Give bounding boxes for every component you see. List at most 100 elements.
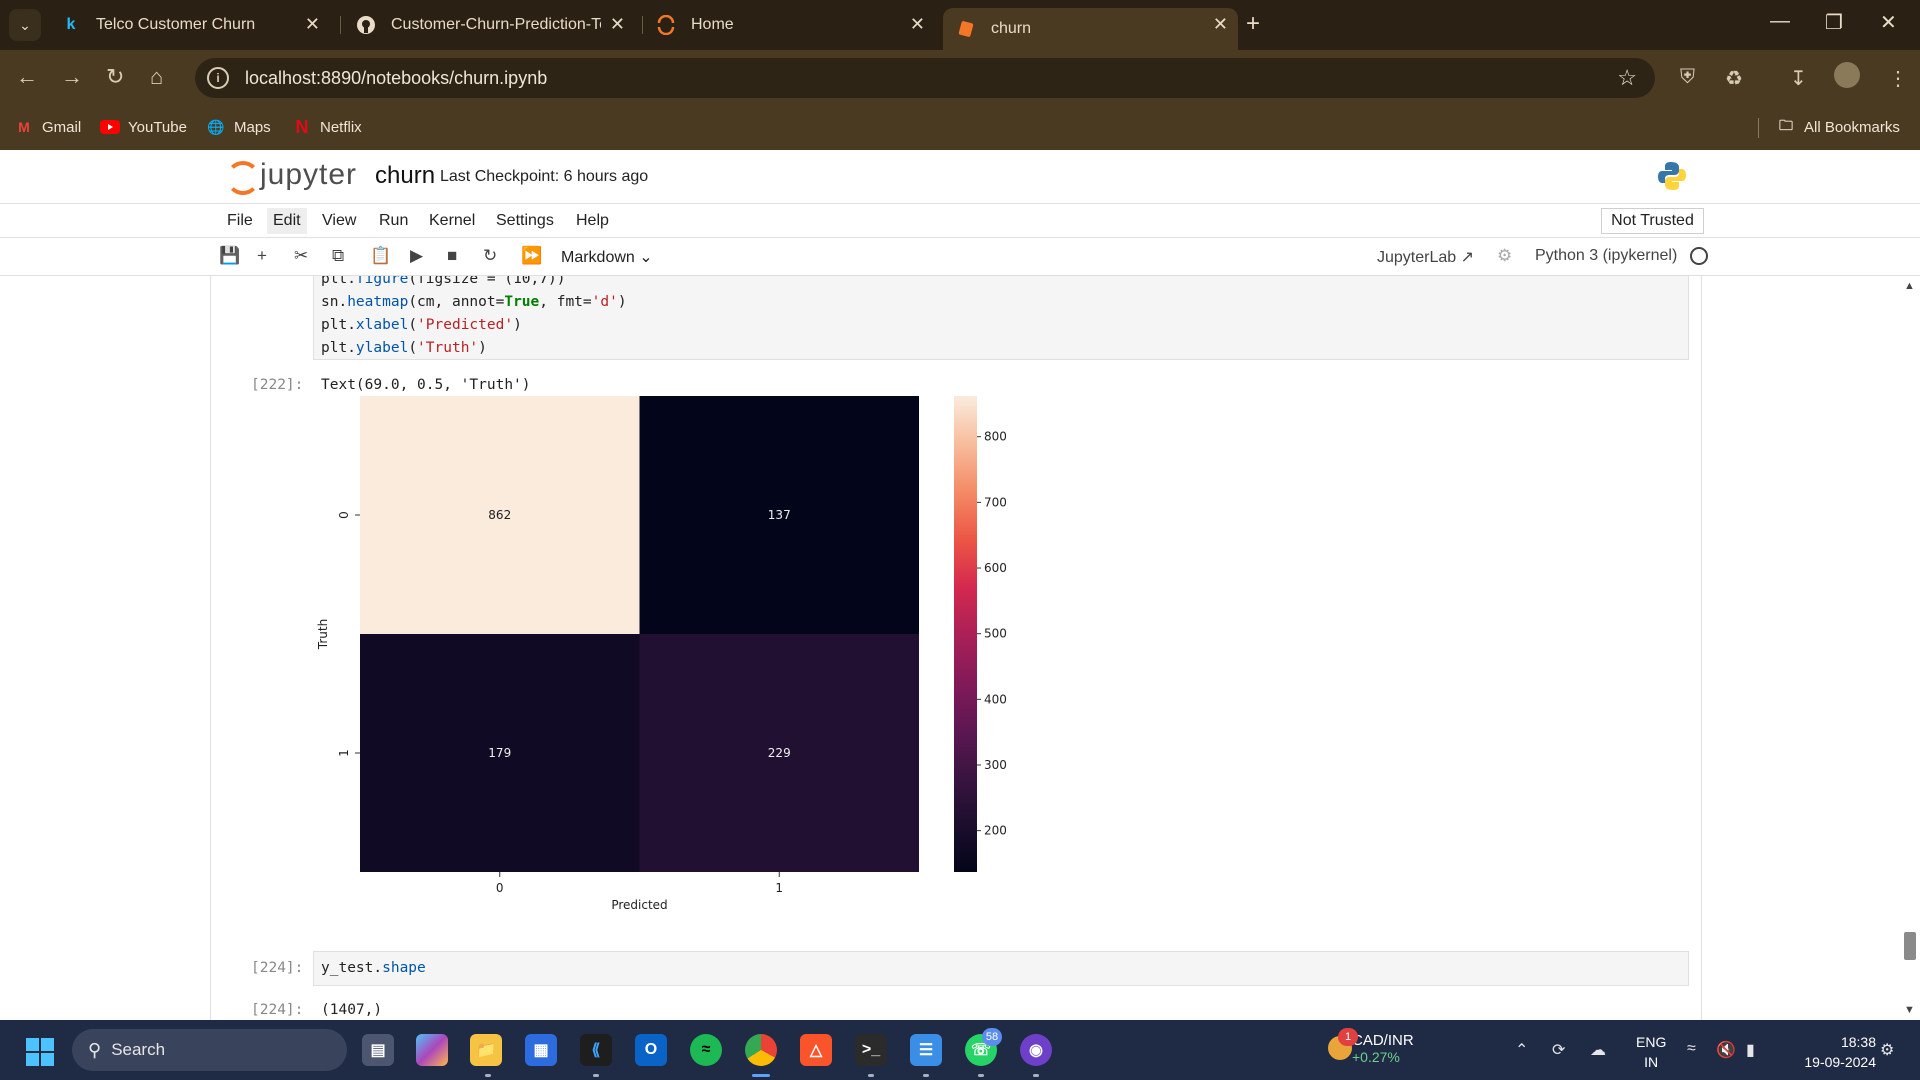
- bookmark-star-icon[interactable]: ☆: [1617, 65, 1637, 91]
- cell-annotation: 179: [488, 746, 511, 760]
- tab-churn[interactable]: churn ✕: [943, 8, 1238, 50]
- currency-widget[interactable]: 1 CAD/INR +0.27%: [1328, 1028, 1414, 1065]
- copy-icon[interactable]: ⧉: [332, 246, 344, 266]
- colorbar-tick-label: 200: [984, 824, 1007, 838]
- stop-icon[interactable]: ■: [447, 246, 457, 266]
- system-clock[interactable]: 18:38 19-09-2024: [1784, 1032, 1876, 1072]
- bookmark-netflix[interactable]: N Netflix: [292, 117, 362, 137]
- gear-icon[interactable]: ⚙: [1497, 246, 1512, 266]
- vertical-scrollbar[interactable]: ▲ ▼: [1900, 276, 1920, 1020]
- save-icon[interactable]: 💾: [219, 246, 240, 266]
- browser-toolbar: ← → ↻ ⌂ i localhost:8890/notebooks/churn…: [0, 50, 1920, 106]
- back-button[interactable]: ←: [16, 64, 38, 90]
- extensions-icon[interactable]: ♻: [1725, 66, 1743, 91]
- github-desktop-icon[interactable]: ◉: [1020, 1034, 1052, 1066]
- reload-button[interactable]: ↻: [106, 64, 124, 90]
- tab-github-repo[interactable]: Customer-Churn-Prediction-Te ✕: [355, 8, 635, 42]
- notebook-title[interactable]: churn: [375, 162, 435, 190]
- paste-icon[interactable]: 📋: [370, 246, 391, 266]
- running-indicator: [868, 1074, 874, 1077]
- trust-indicator[interactable]: Not Trusted: [1601, 208, 1704, 234]
- add-cell-icon[interactable]: +: [257, 246, 267, 266]
- chevron-up-icon[interactable]: ⌃: [1515, 1040, 1528, 1060]
- run-icon[interactable]: ▶: [410, 246, 423, 266]
- kernel-name[interactable]: Python 3 (ipykernel): [1535, 247, 1677, 265]
- cell-type-label: Markdown: [561, 249, 635, 266]
- restart-icon[interactable]: ↻: [483, 246, 497, 266]
- all-bookmarks-button[interactable]: 🗀 All Bookmarks: [1776, 117, 1900, 137]
- y-tick-label: 0: [337, 511, 351, 519]
- windows-start-icon[interactable]: [26, 1038, 54, 1066]
- brave-icon[interactable]: △: [800, 1034, 832, 1066]
- bookmark-gmail[interactable]: M Gmail: [14, 117, 81, 137]
- minimize-button[interactable]: —: [1770, 10, 1790, 33]
- volume-muted-icon[interactable]: 🔇: [1716, 1040, 1736, 1060]
- vscode-icon[interactable]: ⟪: [580, 1034, 612, 1066]
- new-tab-button[interactable]: +: [1246, 10, 1260, 38]
- terminal-icon[interactable]: >_: [855, 1034, 887, 1066]
- menu-settings[interactable]: Settings: [490, 212, 560, 230]
- arrow-left-icon: ←: [16, 64, 38, 89]
- menu-kernel[interactable]: Kernel: [423, 212, 481, 230]
- menu-edit[interactable]: Edit: [267, 208, 307, 234]
- code-cell-input[interactable]: y_test.shape: [313, 951, 1689, 986]
- bookmark-youtube[interactable]: YouTube: [100, 117, 187, 137]
- copilot-icon[interactable]: [416, 1034, 448, 1066]
- tab-search-button[interactable]: ⌄: [9, 9, 41, 41]
- language-code: ENG: [1636, 1034, 1667, 1050]
- battery-icon[interactable]: ▮: [1746, 1040, 1755, 1060]
- download-icon[interactable]: ↧: [1790, 66, 1807, 91]
- url-text[interactable]: localhost:8890/notebooks/churn.ipynb: [245, 68, 547, 89]
- menu-help[interactable]: Help: [570, 212, 615, 230]
- currency-pair: CAD/INR: [1352, 1032, 1414, 1049]
- home-button[interactable]: ⌂: [150, 64, 163, 90]
- search-icon: ⚲: [88, 1039, 102, 1060]
- scrollbar-thumb[interactable]: [1904, 932, 1916, 960]
- taskbar-search[interactable]: ⚲ Search: [72, 1029, 347, 1071]
- cut-icon[interactable]: ✂: [294, 246, 308, 266]
- sync-icon[interactable]: ⟳: [1552, 1040, 1565, 1060]
- file-explorer-icon[interactable]: 📁: [470, 1034, 502, 1066]
- task-view-icon[interactable]: ▤: [362, 1034, 394, 1066]
- notification-bell-icon[interactable]: ⚙: [1880, 1040, 1894, 1060]
- running-indicator: [923, 1074, 929, 1077]
- menu-run[interactable]: Run: [373, 212, 414, 230]
- microsoft-store-icon[interactable]: ▦: [525, 1034, 557, 1066]
- outlook-icon[interactable]: O: [635, 1034, 667, 1066]
- close-window-button[interactable]: ✕: [1880, 10, 1897, 35]
- cell-type-dropdown[interactable]: Markdown ⌄: [561, 247, 653, 267]
- restore-button[interactable]: ❐: [1825, 10, 1843, 35]
- menu-view[interactable]: View: [316, 212, 362, 230]
- site-info-icon[interactable]: i: [207, 67, 229, 89]
- bookmarks-bar: M Gmail YouTube 🌐 Maps N Netflix 🗀 All B…: [0, 106, 1920, 150]
- shield-extension-icon[interactable]: ⛨: [1680, 66, 1695, 89]
- spotify-icon[interactable]: ≈: [690, 1034, 722, 1066]
- wifi-icon[interactable]: ≈: [1687, 1040, 1696, 1058]
- address-bar[interactable]: i localhost:8890/notebooks/churn.ipynb ☆: [195, 58, 1655, 98]
- colorbar-tick-label: 500: [984, 627, 1007, 641]
- notepad-icon[interactable]: ☰: [910, 1034, 942, 1066]
- menu-kebab-icon[interactable]: ⋮: [1888, 66, 1908, 91]
- fast-forward-icon[interactable]: ⏩: [521, 246, 542, 266]
- colorbar-tick-label: 800: [984, 430, 1007, 444]
- profile-avatar[interactable]: [1834, 62, 1860, 88]
- open-jupyterlab-link[interactable]: JupyterLab ↗: [1377, 247, 1474, 267]
- bookmark-maps[interactable]: 🌐 Maps: [206, 117, 270, 137]
- language-indicator[interactable]: ENG IN: [1636, 1032, 1666, 1072]
- close-icon[interactable]: ✕: [610, 14, 625, 35]
- close-icon[interactable]: ✕: [305, 14, 320, 35]
- scroll-up-icon[interactable]: ▲: [1904, 280, 1915, 292]
- menu-file[interactable]: File: [221, 212, 259, 230]
- cloud-icon[interactable]: ☁: [1590, 1040, 1606, 1060]
- code-cell-input[interactable]: plt.figure(figsize = (10,7)) sn.heatmap(…: [313, 276, 1689, 360]
- close-icon[interactable]: ✕: [910, 14, 925, 35]
- close-icon[interactable]: ✕: [1213, 14, 1228, 35]
- colorbar: [954, 396, 977, 872]
- jupyter-logo[interactable]: jupyter: [224, 158, 357, 195]
- tab-telco-customer-churn[interactable]: k Telco Customer Churn ✕: [60, 8, 330, 42]
- scroll-down-icon[interactable]: ▼: [1904, 1004, 1915, 1016]
- chrome-icon[interactable]: [745, 1034, 777, 1066]
- tab-home[interactable]: Home ✕: [655, 8, 935, 42]
- confusion-matrix-figure: 862 137 179 229 0 1 0 1 Predicted Truth 200 300 400 5…: [305, 396, 1025, 956]
- forward-button[interactable]: →: [61, 64, 83, 90]
